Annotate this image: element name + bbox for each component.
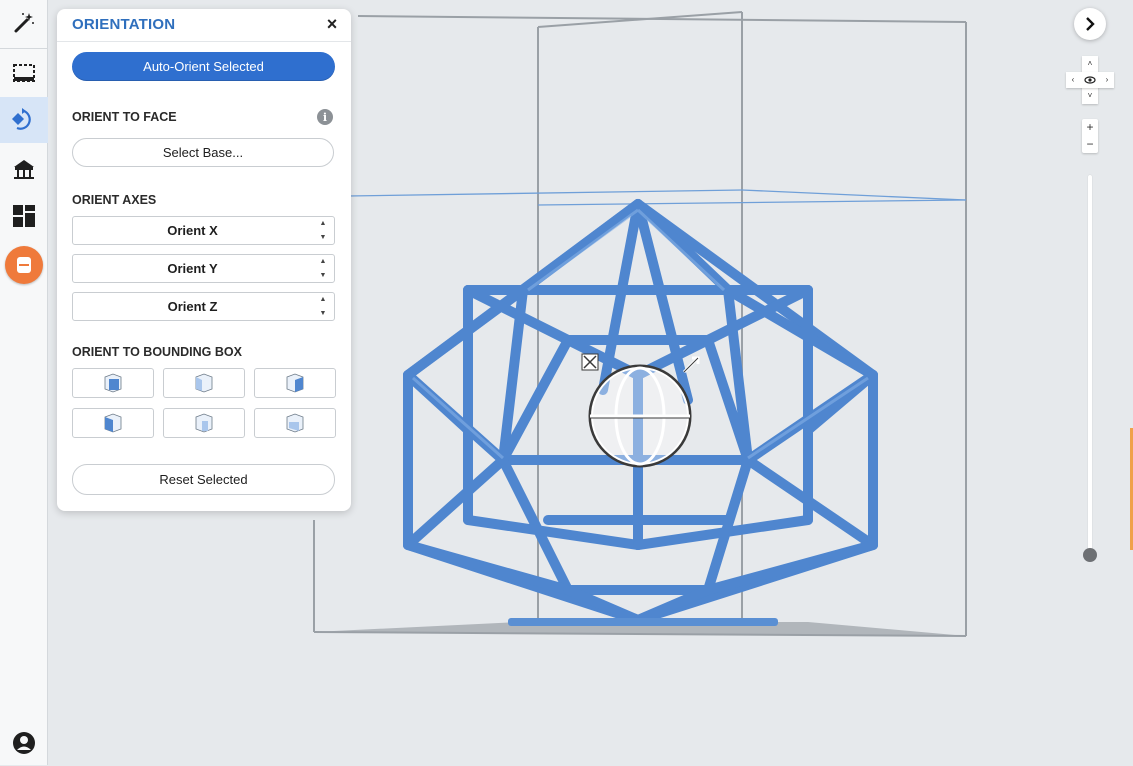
orientation-panel: ORIENTATION × Auto-Orient Selected ORIEN…: [57, 9, 351, 511]
print-job-icon: [17, 257, 31, 273]
select-tool[interactable]: [0, 50, 48, 96]
bbox-face-bottom-button[interactable]: [254, 408, 336, 438]
layer-slider-track[interactable]: [1088, 175, 1092, 555]
orientation-tool[interactable]: [0, 97, 48, 143]
chevron-down-icon[interactable]: ▼: [320, 272, 327, 280]
reset-selected-button[interactable]: Reset Selected: [72, 464, 335, 495]
chevron-up-icon[interactable]: ▲: [320, 258, 327, 266]
panel-header: ORIENTATION ×: [57, 9, 351, 42]
orient-z-spinner[interactable]: ▲ ▼: [318, 296, 328, 318]
bbox-face-left-button[interactable]: [72, 408, 154, 438]
eye-icon[interactable]: [1084, 74, 1096, 90]
info-icon[interactable]: i: [317, 109, 333, 125]
layout-icon: [13, 205, 35, 227]
cube-right-face-icon: [286, 373, 304, 393]
print-job-button[interactable]: [5, 246, 43, 284]
orient-x-spinner[interactable]: ▲ ▼: [318, 220, 328, 242]
bbox-face-front-button[interactable]: [72, 368, 154, 398]
scale-handle-icon[interactable]: [581, 353, 599, 371]
max-height-plane: [347, 189, 967, 206]
toolbar-divider: [0, 48, 48, 49]
supports-icon: [14, 160, 34, 179]
cube-top-face-icon: [195, 413, 213, 433]
bbox-face-right-button[interactable]: [254, 368, 336, 398]
orient-y-label: Orient Y: [167, 261, 218, 276]
bbox-face-top-button[interactable]: [163, 408, 245, 438]
orient-x-label: Orient X: [167, 223, 218, 238]
supports-tool[interactable]: [0, 146, 48, 192]
orient-y-stepper[interactable]: Orient Y ▲ ▼: [72, 254, 335, 283]
bbox-face-back-button[interactable]: [163, 368, 245, 398]
model-base: [508, 618, 778, 626]
cube-front-face-icon: [104, 373, 122, 393]
cube-bottom-face-icon: [286, 413, 304, 433]
chevron-right-icon[interactable]: ›: [1101, 74, 1113, 86]
orient-y-spinner[interactable]: ▲ ▼: [318, 258, 328, 280]
layer-slider-handle[interactable]: [1083, 548, 1097, 562]
chevron-right-icon: [1086, 17, 1095, 31]
rotation-gizmo[interactable]: [588, 364, 692, 468]
account-icon: [13, 732, 35, 754]
left-toolbar: [0, 0, 48, 765]
chevron-down-icon[interactable]: ˅: [1084, 90, 1096, 102]
expand-panel-button[interactable]: [1074, 8, 1106, 40]
account-button[interactable]: [0, 720, 48, 766]
panel-title: ORIENTATION: [72, 16, 176, 33]
chevron-up-icon[interactable]: ▲: [320, 220, 327, 228]
chevron-down-icon[interactable]: ▼: [320, 234, 327, 242]
layout-tool[interactable]: [0, 193, 48, 239]
chevron-down-icon[interactable]: ▼: [320, 310, 327, 318]
move-handle-icon[interactable]: [682, 356, 700, 374]
orient-x-stepper[interactable]: Orient X ▲ ▼: [72, 216, 335, 245]
orient-to-bounding-box-label: ORIENT TO BOUNDING BOX: [72, 345, 242, 359]
auto-orient-button[interactable]: Auto-Orient Selected: [72, 52, 335, 81]
orient-z-label: Orient Z: [167, 299, 218, 314]
magic-wand-tool[interactable]: [0, 0, 48, 46]
chevron-up-icon[interactable]: ˄: [1084, 58, 1096, 70]
close-button[interactable]: ×: [323, 15, 341, 33]
camera-pan-control[interactable]: ˄ ˅ ‹ ›: [1066, 56, 1114, 104]
orient-axes-label: ORIENT AXES: [72, 193, 157, 207]
cube-left-face-icon: [104, 413, 122, 433]
magic-wand-icon: [14, 13, 34, 33]
select-base-button[interactable]: Select Base...: [72, 138, 334, 167]
selection-box-icon: [13, 64, 35, 82]
orient-to-face-label: ORIENT TO FACE: [72, 110, 177, 124]
zoom-in-icon[interactable]: +: [1082, 119, 1098, 135]
zoom-control: + −: [1082, 119, 1098, 153]
orientation-icon: [12, 108, 31, 130]
zoom-out-icon[interactable]: −: [1082, 136, 1098, 152]
chevron-left-icon[interactable]: ‹: [1067, 74, 1079, 86]
chevron-up-icon[interactable]: ▲: [320, 296, 327, 304]
orient-z-stepper[interactable]: Orient Z ▲ ▼: [72, 292, 335, 321]
print-job-tool[interactable]: [0, 242, 48, 288]
cube-back-face-icon: [195, 373, 213, 393]
